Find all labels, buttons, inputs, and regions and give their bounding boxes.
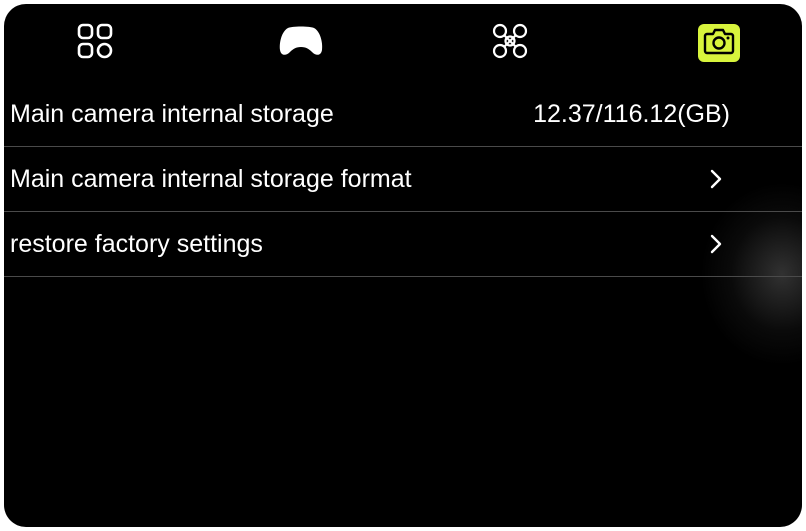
chevron-right-icon xyxy=(708,167,724,191)
format-storage-label: Main camera internal storage format xyxy=(10,165,412,193)
drone-icon xyxy=(491,22,529,65)
format-storage-row[interactable]: Main camera internal storage format xyxy=(4,147,802,212)
storage-label: Main camera internal storage xyxy=(10,100,334,128)
factory-reset-label: restore factory settings xyxy=(10,230,263,258)
settings-screen: Main camera internal storage 12.37/116.1… xyxy=(4,4,802,527)
active-tab-highlight xyxy=(698,24,740,62)
top-tab-bar xyxy=(4,4,802,84)
storage-row: Main camera internal storage 12.37/116.1… xyxy=(4,82,802,147)
gamepad-icon xyxy=(278,24,324,63)
chevron-right-icon xyxy=(708,232,724,256)
camera-icon xyxy=(703,27,735,60)
grid-icon xyxy=(77,23,113,64)
storage-value: 12.37/116.12(GB) xyxy=(533,100,730,128)
factory-reset-row[interactable]: restore factory settings xyxy=(4,212,802,277)
tab-drone[interactable] xyxy=(485,20,535,66)
tab-controller[interactable] xyxy=(276,20,326,66)
tab-general[interactable] xyxy=(70,20,120,66)
tab-camera[interactable] xyxy=(694,20,744,66)
